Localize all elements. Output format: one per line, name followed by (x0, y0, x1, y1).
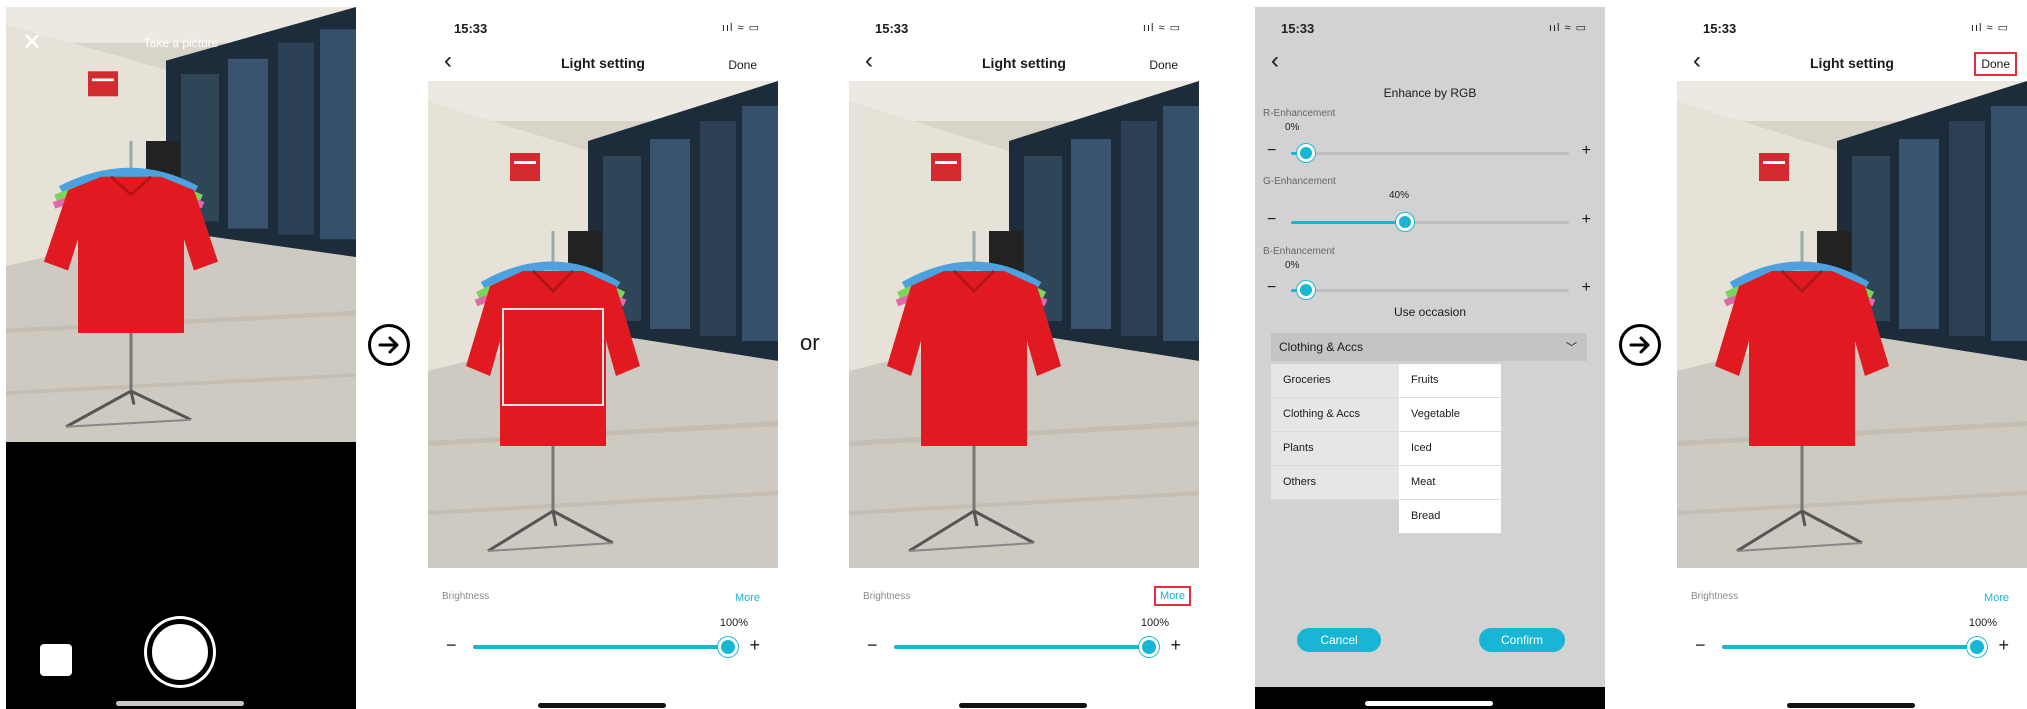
home-indicator (1787, 703, 1915, 708)
brightness-slider-thumb[interactable] (1139, 637, 1159, 657)
brightness-decrease-button[interactable]: − (446, 636, 457, 654)
category-item[interactable]: Clothing & Accs (1271, 398, 1399, 432)
enhance-title: Enhance by RGB (1383, 86, 1477, 100)
home-indicator (959, 703, 1087, 708)
g-enhancement-fill (1291, 221, 1406, 224)
brightness-label: Brightness (442, 591, 490, 602)
done-button[interactable]: Done (1974, 52, 2017, 76)
capture-screen: ✕ Take a picture (6, 7, 356, 709)
status-time: 15:33 (1281, 21, 1315, 36)
light-setting-screen: 15:33 ııl ≈ ▭ ‹ Light setting Done Brigh… (428, 7, 778, 709)
brightness-slider-track[interactable] (894, 645, 1154, 649)
occasion-selected-value: Clothing & Accs (1279, 340, 1364, 354)
light-setting-screen: 15:33 ııl ≈ ▭ ‹ Light setting Done Brigh… (1677, 7, 2027, 709)
status-time: 15:33 (875, 21, 909, 36)
status-icons: ııl ≈ ▭ (721, 22, 760, 34)
shutter-button[interactable] (147, 619, 213, 685)
home-indicator (538, 703, 666, 708)
brightness-slider-track[interactable] (473, 645, 733, 649)
light-setting-screen: 15:33 ııl ≈ ▭ ‹ Light setting Done Brigh… (849, 7, 1199, 709)
b-enhancement-label: B-Enhancement (1263, 246, 1335, 257)
cancel-button[interactable]: Cancel (1297, 628, 1381, 652)
more-link[interactable]: More (1153, 586, 1191, 606)
brightness-increase-button[interactable]: + (749, 636, 760, 654)
b-enhancement-value: 0% (1285, 260, 1300, 271)
status-time: 15:33 (1703, 21, 1737, 36)
brightness-value: 100% (1140, 617, 1169, 629)
category-item[interactable]: Others (1271, 466, 1399, 500)
brightness-decrease-button[interactable]: − (1695, 636, 1706, 654)
next-step-arrow-icon (368, 324, 410, 366)
b-decrease-button[interactable]: − (1267, 280, 1276, 296)
next-step-arrow-icon (1619, 324, 1661, 366)
subcategory-list: Fruits Vegetable Iced Meat Bread (1399, 364, 1501, 534)
category-item[interactable]: Plants (1271, 432, 1399, 466)
g-decrease-button[interactable]: − (1267, 212, 1276, 228)
back-chevron-icon[interactable]: ‹ (1271, 49, 1279, 73)
home-indicator (1365, 701, 1493, 706)
r-decrease-button[interactable]: − (1267, 143, 1276, 159)
g-enhancement-thumb[interactable] (1396, 213, 1415, 231)
brightness-slider-track[interactable] (1722, 645, 1982, 649)
photo-preview (849, 81, 1199, 568)
r-enhancement-slider[interactable] (1291, 144, 1569, 162)
enhance-rgb-screen: 15:33 ııl ≈ ▭ ‹ Enhance by RGB R-Enhance… (1255, 7, 1605, 709)
g-enhancement-slider[interactable] (1291, 213, 1569, 231)
camera-preview (6, 7, 356, 442)
occasion-select[interactable]: Clothing & Accs ﹀ (1271, 333, 1587, 361)
done-button[interactable]: Done (723, 55, 762, 75)
category-list: Groceries Clothing & Accs Plants Others (1271, 364, 1399, 500)
subcategory-item[interactable]: Bread (1399, 500, 1501, 534)
focus-box[interactable] (502, 308, 604, 406)
g-enhancement-label: G-Enhancement (1263, 176, 1336, 187)
chevron-down-icon: ﹀ (1566, 342, 1577, 354)
photo-preview (1677, 81, 2027, 568)
brightness-label: Brightness (1691, 591, 1739, 602)
b-enhancement-thumb[interactable] (1297, 281, 1315, 299)
more-link[interactable]: More (1980, 590, 2013, 606)
brightness-value: 100% (1968, 617, 1997, 629)
subcategory-item[interactable]: Vegetable (1399, 398, 1501, 432)
status-icons: ııl ≈ ▭ (1548, 22, 1587, 34)
subcategory-item[interactable]: Meat (1399, 466, 1501, 500)
status-time: 15:33 (454, 21, 488, 36)
g-enhancement-value: 40% (1389, 190, 1410, 201)
or-connector: or (800, 330, 820, 355)
brightness-slider-thumb[interactable] (1967, 637, 1987, 657)
done-button[interactable]: Done (1144, 55, 1183, 75)
more-link[interactable]: More (731, 590, 764, 606)
brightness-value: 100% (719, 617, 748, 629)
r-enhancement-label: R-Enhancement (1263, 108, 1336, 119)
status-icons: ııl ≈ ▭ (1142, 22, 1181, 34)
category-item[interactable]: Groceries (1271, 364, 1399, 398)
subcategory-item[interactable]: Fruits (1399, 364, 1501, 398)
brightness-label: Brightness (863, 591, 911, 602)
r-enhancement-value: 0% (1285, 122, 1300, 133)
occasion-title: Use occasion (1393, 305, 1467, 319)
home-indicator (116, 701, 244, 706)
subcategory-item[interactable]: Iced (1399, 432, 1501, 466)
capture-title: Take a picture (143, 36, 219, 50)
r-enhancement-thumb[interactable] (1297, 144, 1315, 162)
photo-preview (428, 81, 778, 568)
confirm-button[interactable]: Confirm (1479, 628, 1565, 652)
brightness-increase-button[interactable]: + (1998, 636, 2009, 654)
g-increase-button[interactable]: + (1582, 212, 1591, 228)
brightness-slider-thumb[interactable] (718, 637, 738, 657)
b-enhancement-slider[interactable] (1291, 281, 1569, 299)
status-icons: ııl ≈ ▭ (1970, 22, 2009, 34)
b-increase-button[interactable]: + (1582, 280, 1591, 296)
brightness-increase-button[interactable]: + (1170, 636, 1181, 654)
gallery-button[interactable] (40, 644, 72, 676)
r-increase-button[interactable]: + (1582, 143, 1591, 159)
brightness-decrease-button[interactable]: − (867, 636, 878, 654)
